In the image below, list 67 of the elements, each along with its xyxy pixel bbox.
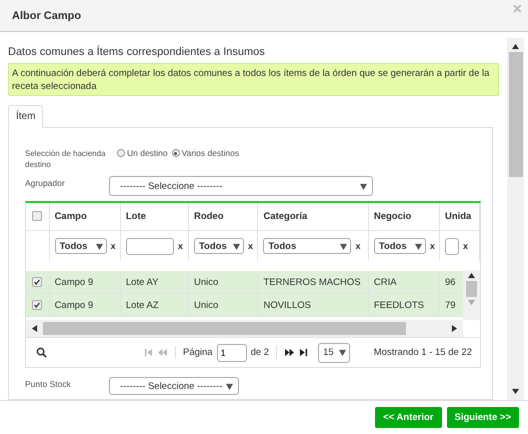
next-page-icon[interactable] <box>284 348 296 357</box>
caret-icon <box>360 182 367 190</box>
table-cell: NOVILLOS <box>258 294 368 316</box>
clear-filter-button[interactable]: x <box>178 241 183 251</box>
up-arrow-icon[interactable] <box>512 43 519 50</box>
clear-filter-button[interactable]: x <box>248 241 253 251</box>
window-title: Albor Campo <box>12 10 82 22</box>
column-header[interactable]: Categoría <box>258 203 368 230</box>
radio-button[interactable] <box>117 149 125 157</box>
page-count: de 2 <box>250 347 270 358</box>
row-checkbox[interactable] <box>32 300 42 310</box>
caret-icon <box>226 382 233 390</box>
filter-select[interactable]: Todos <box>54 238 107 254</box>
row-checkbox[interactable] <box>32 276 42 287</box>
filter-select[interactable]: Todos <box>263 238 352 254</box>
clear-filter-button[interactable]: x <box>110 241 116 251</box>
caret-icon <box>414 242 422 250</box>
last-page-icon[interactable] <box>299 348 308 357</box>
table-cell: Lote AZ <box>120 294 188 316</box>
field-label: Punto Stock <box>25 379 72 389</box>
table-cell: Lote AY <box>120 271 188 294</box>
caret-icon <box>232 242 240 250</box>
table-cell: FEEDLOTS <box>368 294 440 316</box>
tab[interactable]: Ítem <box>8 105 44 128</box>
column-header[interactable]: Negocio <box>368 203 440 230</box>
column-header[interactable]: Campo <box>49 203 120 230</box>
page-input[interactable]: 1 <box>216 344 247 362</box>
search-icon[interactable] <box>36 347 47 358</box>
table-cell: Unico <box>188 294 258 316</box>
page-label: Página <box>183 347 213 358</box>
table-cell: Campo 9 <box>49 271 120 294</box>
field-label: Agrupador <box>25 178 66 188</box>
column-header[interactable]: Unida <box>439 203 480 230</box>
up-arrow-icon[interactable] <box>468 272 475 279</box>
filter-select[interactable]: Todos <box>374 238 426 254</box>
radio-button[interactable] <box>172 149 180 157</box>
radio-label: Varios destinos <box>182 148 240 158</box>
punto-stock-select[interactable]: -------- Seleccione -------- <box>109 377 239 395</box>
section-heading: Datos comunes a Ítems correspondientes a Insumos <box>8 46 266 58</box>
vertical-scrollbar[interactable] <box>463 270 480 320</box>
page-size-select[interactable]: 15 <box>318 342 350 362</box>
filter-input[interactable] <box>444 238 459 254</box>
record-count: Mostrando 1 - 15 de 22 <box>374 347 472 358</box>
left-arrow-icon[interactable] <box>31 325 38 332</box>
horizontal-scrollbar[interactable] <box>26 320 463 337</box>
radio-label: Un destino <box>127 148 168 158</box>
caret-icon <box>96 242 103 250</box>
table-cell: Unico <box>188 271 258 294</box>
agrupador-select[interactable]: -------- Seleccione -------- <box>109 176 373 196</box>
clear-filter-button[interactable]: x <box>462 241 468 251</box>
down-arrow-icon[interactable] <box>512 388 519 395</box>
field-label: Selección de hacienda destino <box>25 148 107 170</box>
column-header[interactable]: Lote <box>120 203 188 230</box>
table-cell: TERNEROS MACHOS <box>258 271 368 294</box>
filter-select[interactable]: Todos <box>194 238 244 254</box>
table-cell: Campo 9 <box>49 294 120 316</box>
caret-icon <box>339 349 346 356</box>
filter-input[interactable] <box>126 238 174 254</box>
caret-icon <box>340 242 348 250</box>
notice-message: A continuación deberá completar los datos comunes a todos los ítems de la órden que se generarán a partir de la receta seleccionada <box>8 63 499 96</box>
vertical-scrollbar[interactable] <box>507 38 524 400</box>
select-all-checkbox[interactable] <box>32 211 42 222</box>
table-cell: CRIA <box>368 271 440 294</box>
clear-filter-button[interactable]: x <box>430 241 435 251</box>
clear-filter-button[interactable]: x <box>355 241 360 251</box>
column-header[interactable]: Rodeo <box>188 203 258 230</box>
right-arrow-icon[interactable] <box>451 325 458 332</box>
